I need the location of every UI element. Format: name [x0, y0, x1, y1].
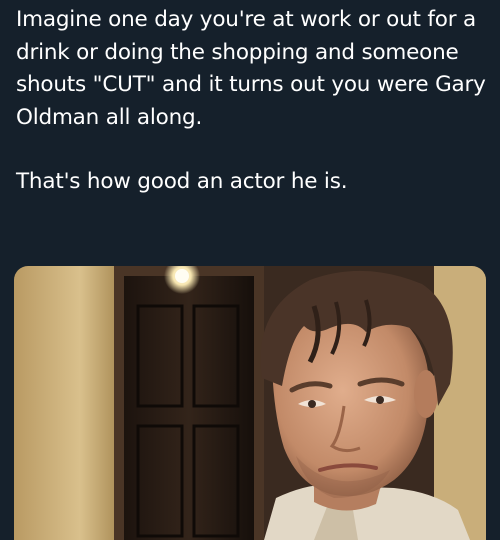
ear	[414, 370, 438, 418]
post-card: Imagine one day you're at work or out fo…	[0, 0, 500, 540]
post-photo[interactable]	[14, 266, 486, 540]
hallway-wall	[14, 266, 124, 540]
door	[124, 276, 254, 540]
photo-illustration	[14, 266, 486, 540]
pupil	[376, 396, 384, 404]
post-text: Imagine one day you're at work or out fo…	[16, 4, 490, 199]
post-text-line-2: That's how good an actor he is.	[16, 169, 348, 194]
lamp-bulb	[175, 269, 189, 283]
post-text-line-1: Imagine one day you're at work or out fo…	[16, 7, 486, 130]
pupil	[308, 400, 316, 408]
